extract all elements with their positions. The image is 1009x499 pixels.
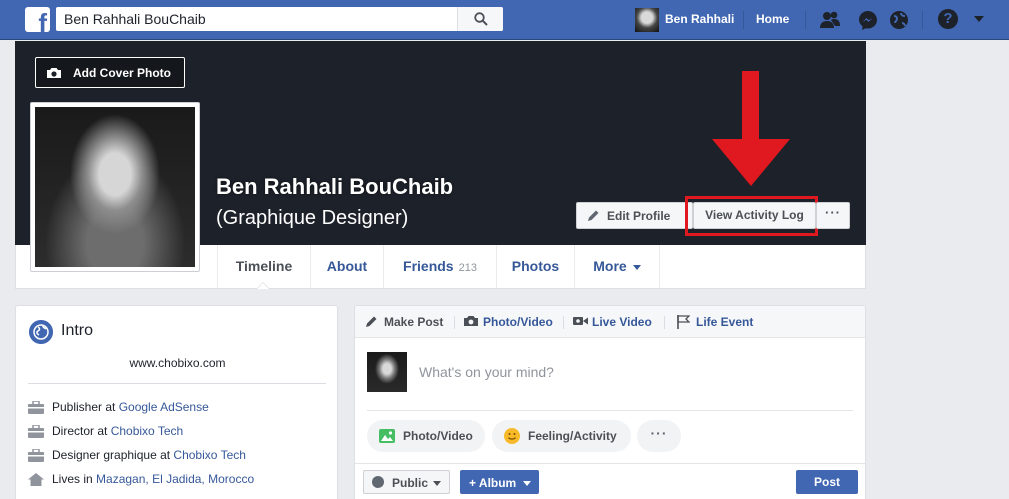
post-composer: Make Post Photo/Video Live Video Life Ev… (354, 305, 866, 499)
profile-photo-image (35, 107, 195, 267)
intro-row-text: Designer graphique at (52, 448, 174, 462)
tab-label: More (593, 258, 627, 274)
divider (454, 316, 455, 329)
tab-label: About (326, 258, 368, 274)
user-avatar[interactable] (635, 8, 659, 32)
briefcase-icon (28, 425, 44, 438)
post-button[interactable]: Post (796, 470, 858, 494)
messenger-icon[interactable] (857, 9, 879, 31)
divider (367, 410, 853, 411)
tab-label: Photos (511, 258, 560, 274)
notifications-globe-icon[interactable] (888, 9, 910, 31)
tab-label: Timeline (235, 258, 293, 274)
search-icon (474, 12, 488, 26)
composer-avatar (367, 352, 407, 392)
photo-icon (379, 429, 395, 443)
intro-row-text: Lives in (52, 472, 97, 486)
add-cover-photo-label: Add Cover Photo (73, 66, 171, 80)
add-album-button[interactable]: + Album (460, 470, 539, 494)
view-activity-log-button[interactable]: View Activity Log (693, 202, 816, 229)
chevron-down-icon (523, 481, 531, 486)
audience-selector[interactable]: Public (363, 470, 450, 494)
home-link[interactable]: Home (756, 12, 789, 26)
more-options-button[interactable]: ··· (816, 202, 850, 229)
home-icon (28, 473, 44, 486)
add-cover-photo-button[interactable]: Add Cover Photo (35, 57, 185, 88)
intro-card: Intro www.chobixo.com Publisher at Googl… (15, 305, 338, 499)
help-icon[interactable]: ? (938, 9, 958, 29)
profile-name: Ben Rahhali BouChaib (216, 174, 454, 199)
composer-tabs: Make Post Photo/Video Live Video Life Ev… (355, 306, 865, 338)
pencil-icon (588, 210, 599, 221)
tab-photos[interactable]: Photos (496, 245, 574, 288)
briefcase-icon (28, 401, 44, 414)
top-navigation-bar: f Ben Rahhali Home ? (0, 0, 1009, 40)
pencil-icon (366, 316, 377, 327)
audience-label: Public (392, 476, 429, 490)
edit-profile-button[interactable]: Edit Profile (576, 202, 693, 229)
chevron-down-icon (632, 264, 641, 270)
divider (664, 316, 665, 329)
smiley-icon (504, 428, 520, 444)
more-options-button[interactable]: ··· (637, 420, 681, 452)
tab-more[interactable]: More (574, 245, 660, 288)
intro-row-text: Publisher at (52, 400, 119, 414)
facebook-logo-icon[interactable]: f (25, 7, 50, 36)
user-name-link[interactable]: Ben Rahhali (665, 12, 734, 26)
video-icon (573, 317, 588, 325)
tab-friends[interactable]: Friends 213 (383, 245, 496, 288)
globe-icon (29, 320, 53, 344)
intro-row-link[interactable]: Mazagan, El Jadida, Morocco (96, 472, 254, 486)
feeling-activity-button[interactable]: Feeling/Activity (492, 420, 631, 452)
tab-about[interactable]: About (310, 245, 383, 288)
divider (805, 11, 806, 29)
tab-label: Make Post (384, 315, 444, 329)
composer-footer: Public + Album Post (355, 463, 865, 499)
album-label: + Album (469, 476, 517, 490)
status-input[interactable]: What's on your mind? (419, 364, 554, 380)
intro-row-link[interactable]: Google AdSense (119, 400, 209, 414)
friends-count: 213 (458, 262, 477, 274)
photo-video-label: Photo/Video (403, 429, 473, 443)
divider (28, 383, 326, 384)
photo-video-button[interactable]: Photo/Video (367, 420, 485, 452)
globe-icon (372, 476, 384, 488)
profile-subtitle: (Graphique Designer) (216, 207, 409, 229)
edit-profile-label: Edit Profile (607, 209, 671, 223)
briefcase-icon (28, 449, 44, 462)
tab-label: Live Video (592, 315, 652, 329)
intro-row-text: Director at (52, 424, 111, 438)
red-arrow-annotation (712, 71, 790, 186)
divider (922, 11, 923, 29)
divider (563, 316, 564, 329)
tab-label: Friends (403, 258, 454, 274)
profile-picture[interactable] (30, 102, 200, 272)
tab-label: Life Event (696, 315, 754, 329)
intro-row-link[interactable]: Chobixo Tech (173, 448, 246, 462)
search-input[interactable] (56, 7, 446, 31)
camera-icon (464, 316, 478, 326)
feeling-activity-label: Feeling/Activity (528, 429, 617, 443)
chevron-down-icon (433, 481, 441, 486)
divider (743, 11, 744, 29)
active-tab-indicator (256, 282, 270, 289)
search-box (56, 7, 503, 31)
friend-requests-icon[interactable] (819, 9, 841, 31)
flag-icon (677, 315, 690, 329)
camera-icon (47, 68, 61, 78)
search-button[interactable] (457, 7, 503, 31)
intro-title: Intro (61, 322, 94, 339)
website-text: www.chobixo.com (129, 356, 226, 370)
intro-row-link[interactable]: Chobixo Tech (111, 424, 184, 438)
account-menu-caret-icon[interactable] (974, 16, 984, 22)
tab-label: Photo/Video (483, 315, 553, 329)
